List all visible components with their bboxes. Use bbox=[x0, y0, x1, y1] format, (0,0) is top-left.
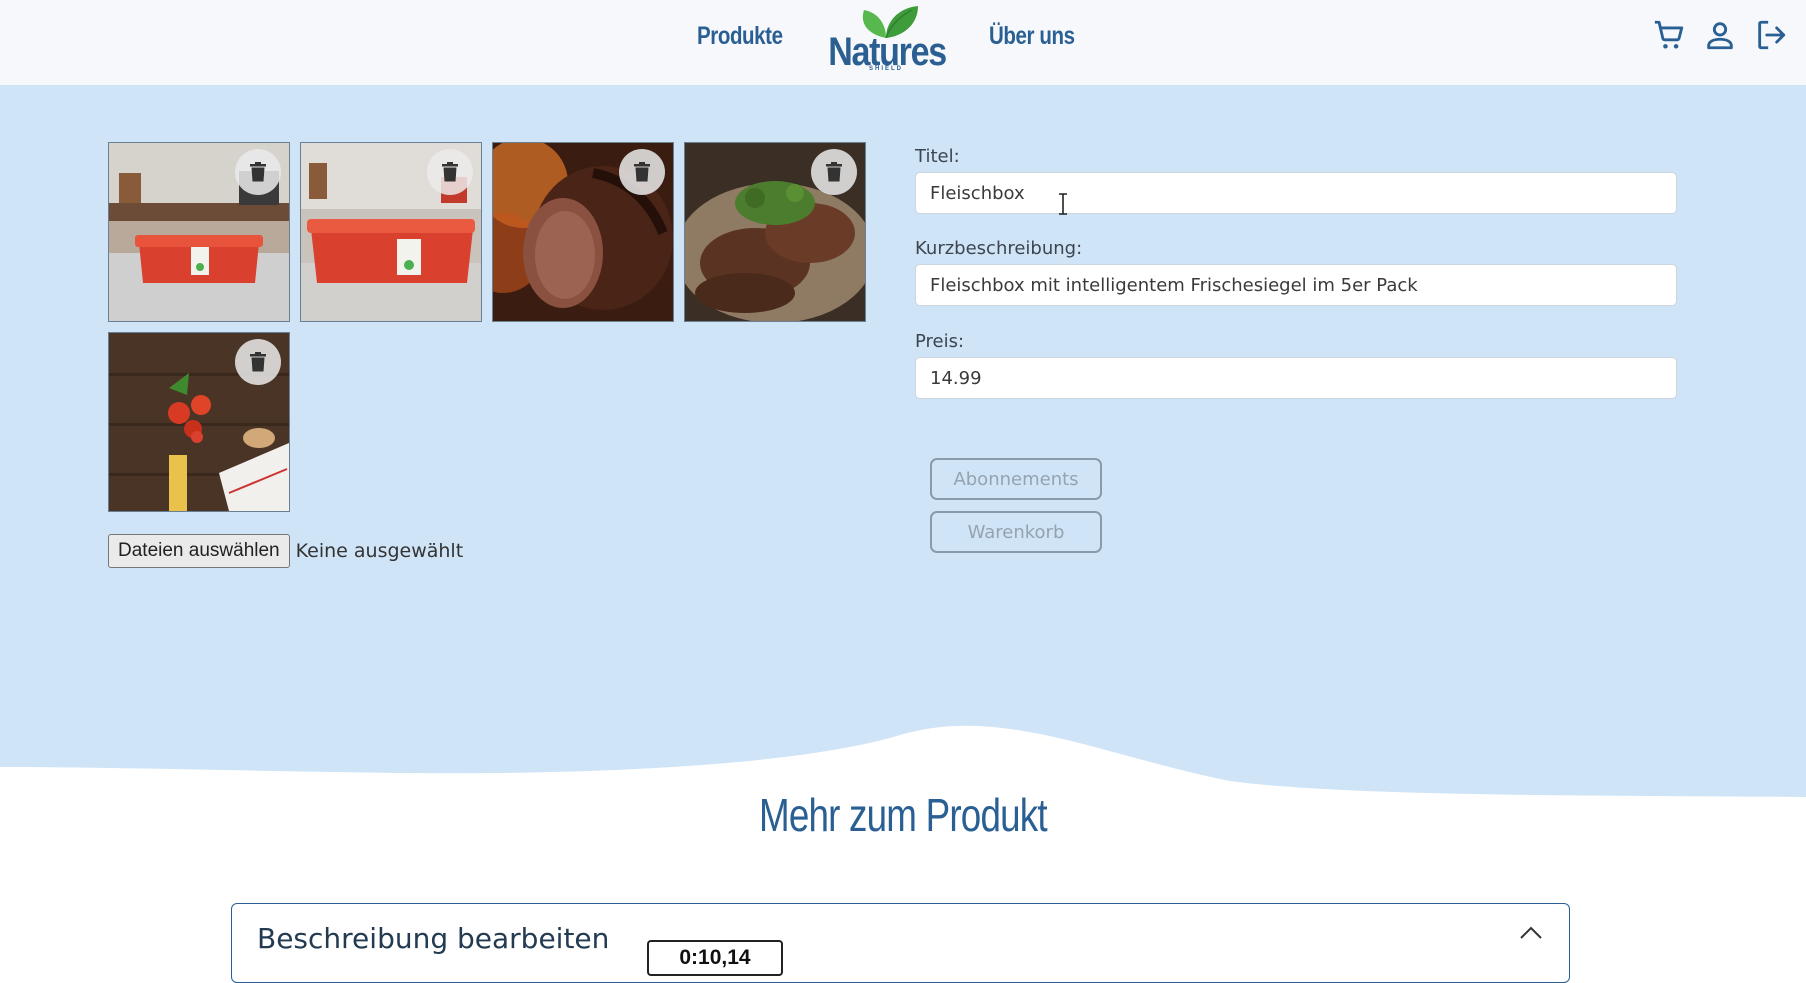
nav-produkte-link[interactable]: Produkte bbox=[697, 22, 783, 51]
file-upload: Dateien auswählen Keine ausgewählt bbox=[108, 534, 463, 568]
chevron-up-icon[interactable] bbox=[1519, 926, 1543, 940]
gallery-image[interactable] bbox=[492, 142, 674, 322]
gallery-image[interactable] bbox=[108, 332, 290, 512]
nav-ueber-uns-link[interactable]: Über uns bbox=[989, 22, 1075, 51]
logout-icon[interactable] bbox=[1754, 18, 1788, 52]
section-wave-divider bbox=[0, 725, 1806, 797]
choose-files-button[interactable]: Dateien auswählen bbox=[108, 534, 290, 568]
section-title-text: Mehr zum Produkt bbox=[759, 789, 1048, 841]
delete-image-button[interactable] bbox=[427, 149, 473, 195]
delete-image-button[interactable] bbox=[619, 149, 665, 195]
text-cursor-icon bbox=[1059, 193, 1067, 215]
delete-image-button[interactable] bbox=[235, 339, 281, 385]
title-input[interactable]: Fleischbox bbox=[915, 172, 1677, 214]
brand-logo[interactable]: Natures SHIELD bbox=[818, 4, 954, 78]
trash-icon bbox=[250, 352, 266, 372]
file-status-text: Keine ausgewählt bbox=[295, 540, 464, 562]
user-icon[interactable] bbox=[1703, 18, 1737, 52]
trash-icon bbox=[250, 162, 266, 182]
edit-description-accordion[interactable]: Beschreibung bearbeiten bbox=[231, 903, 1570, 983]
trash-icon bbox=[826, 162, 842, 182]
gallery-image[interactable] bbox=[108, 142, 290, 322]
site-header: Produkte Natures SHIELD Über uns bbox=[0, 0, 1806, 85]
trash-icon bbox=[442, 162, 458, 182]
short-description-input[interactable]: Fleischbox mit intelligentem Frischesieg… bbox=[915, 264, 1677, 306]
accordion-title: Beschreibung bearbeiten bbox=[257, 922, 610, 955]
more-about-product-heading: Mehr zum Produkt bbox=[0, 788, 1806, 842]
title-label: Titel: bbox=[915, 146, 960, 167]
delete-image-button[interactable] bbox=[235, 149, 281, 195]
cart-icon[interactable] bbox=[1652, 18, 1686, 52]
short-description-label: Kurzbeschreibung: bbox=[915, 238, 1083, 259]
delete-image-button[interactable] bbox=[811, 149, 857, 195]
subscriptions-button[interactable]: Abonnements bbox=[930, 458, 1102, 500]
cart-button[interactable]: Warenkorb bbox=[930, 511, 1102, 553]
gallery-image[interactable] bbox=[684, 142, 866, 322]
logo-subtext: SHIELD bbox=[868, 66, 903, 72]
trash-icon bbox=[634, 162, 650, 182]
price-input[interactable]: 14.99 bbox=[915, 357, 1677, 399]
timer-overlay: 0:10,14 bbox=[647, 940, 783, 976]
price-label: Preis: bbox=[915, 331, 965, 352]
gallery-image[interactable] bbox=[300, 142, 482, 322]
